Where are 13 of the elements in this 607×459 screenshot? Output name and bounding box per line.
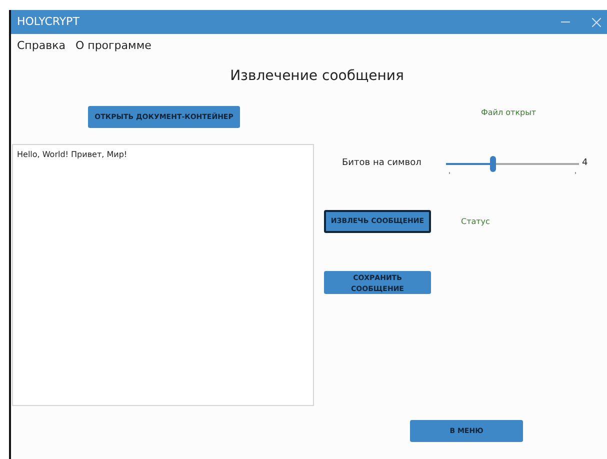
file-status-text: Файл открыт: [481, 107, 536, 119]
status-text: Статус: [461, 216, 490, 228]
window-title: HOLYCRYPT: [17, 14, 80, 30]
slider-thumb[interactable]: [490, 156, 496, 172]
menu-item[interactable]: Справка: [17, 38, 66, 54]
slider-label: Битов на символ: [342, 157, 422, 170]
menu-item[interactable]: О программе: [75, 38, 152, 54]
minimize-icon[interactable]: [561, 21, 570, 23]
slider-track[interactable]: [446, 154, 579, 174]
slider-value: 4: [582, 157, 588, 170]
close-icon[interactable]: [592, 18, 601, 26]
message-text-area[interactable]: Hello, World! Привет, Мир!: [12, 144, 314, 406]
page-heading: Извлечение сообщения: [230, 67, 404, 86]
